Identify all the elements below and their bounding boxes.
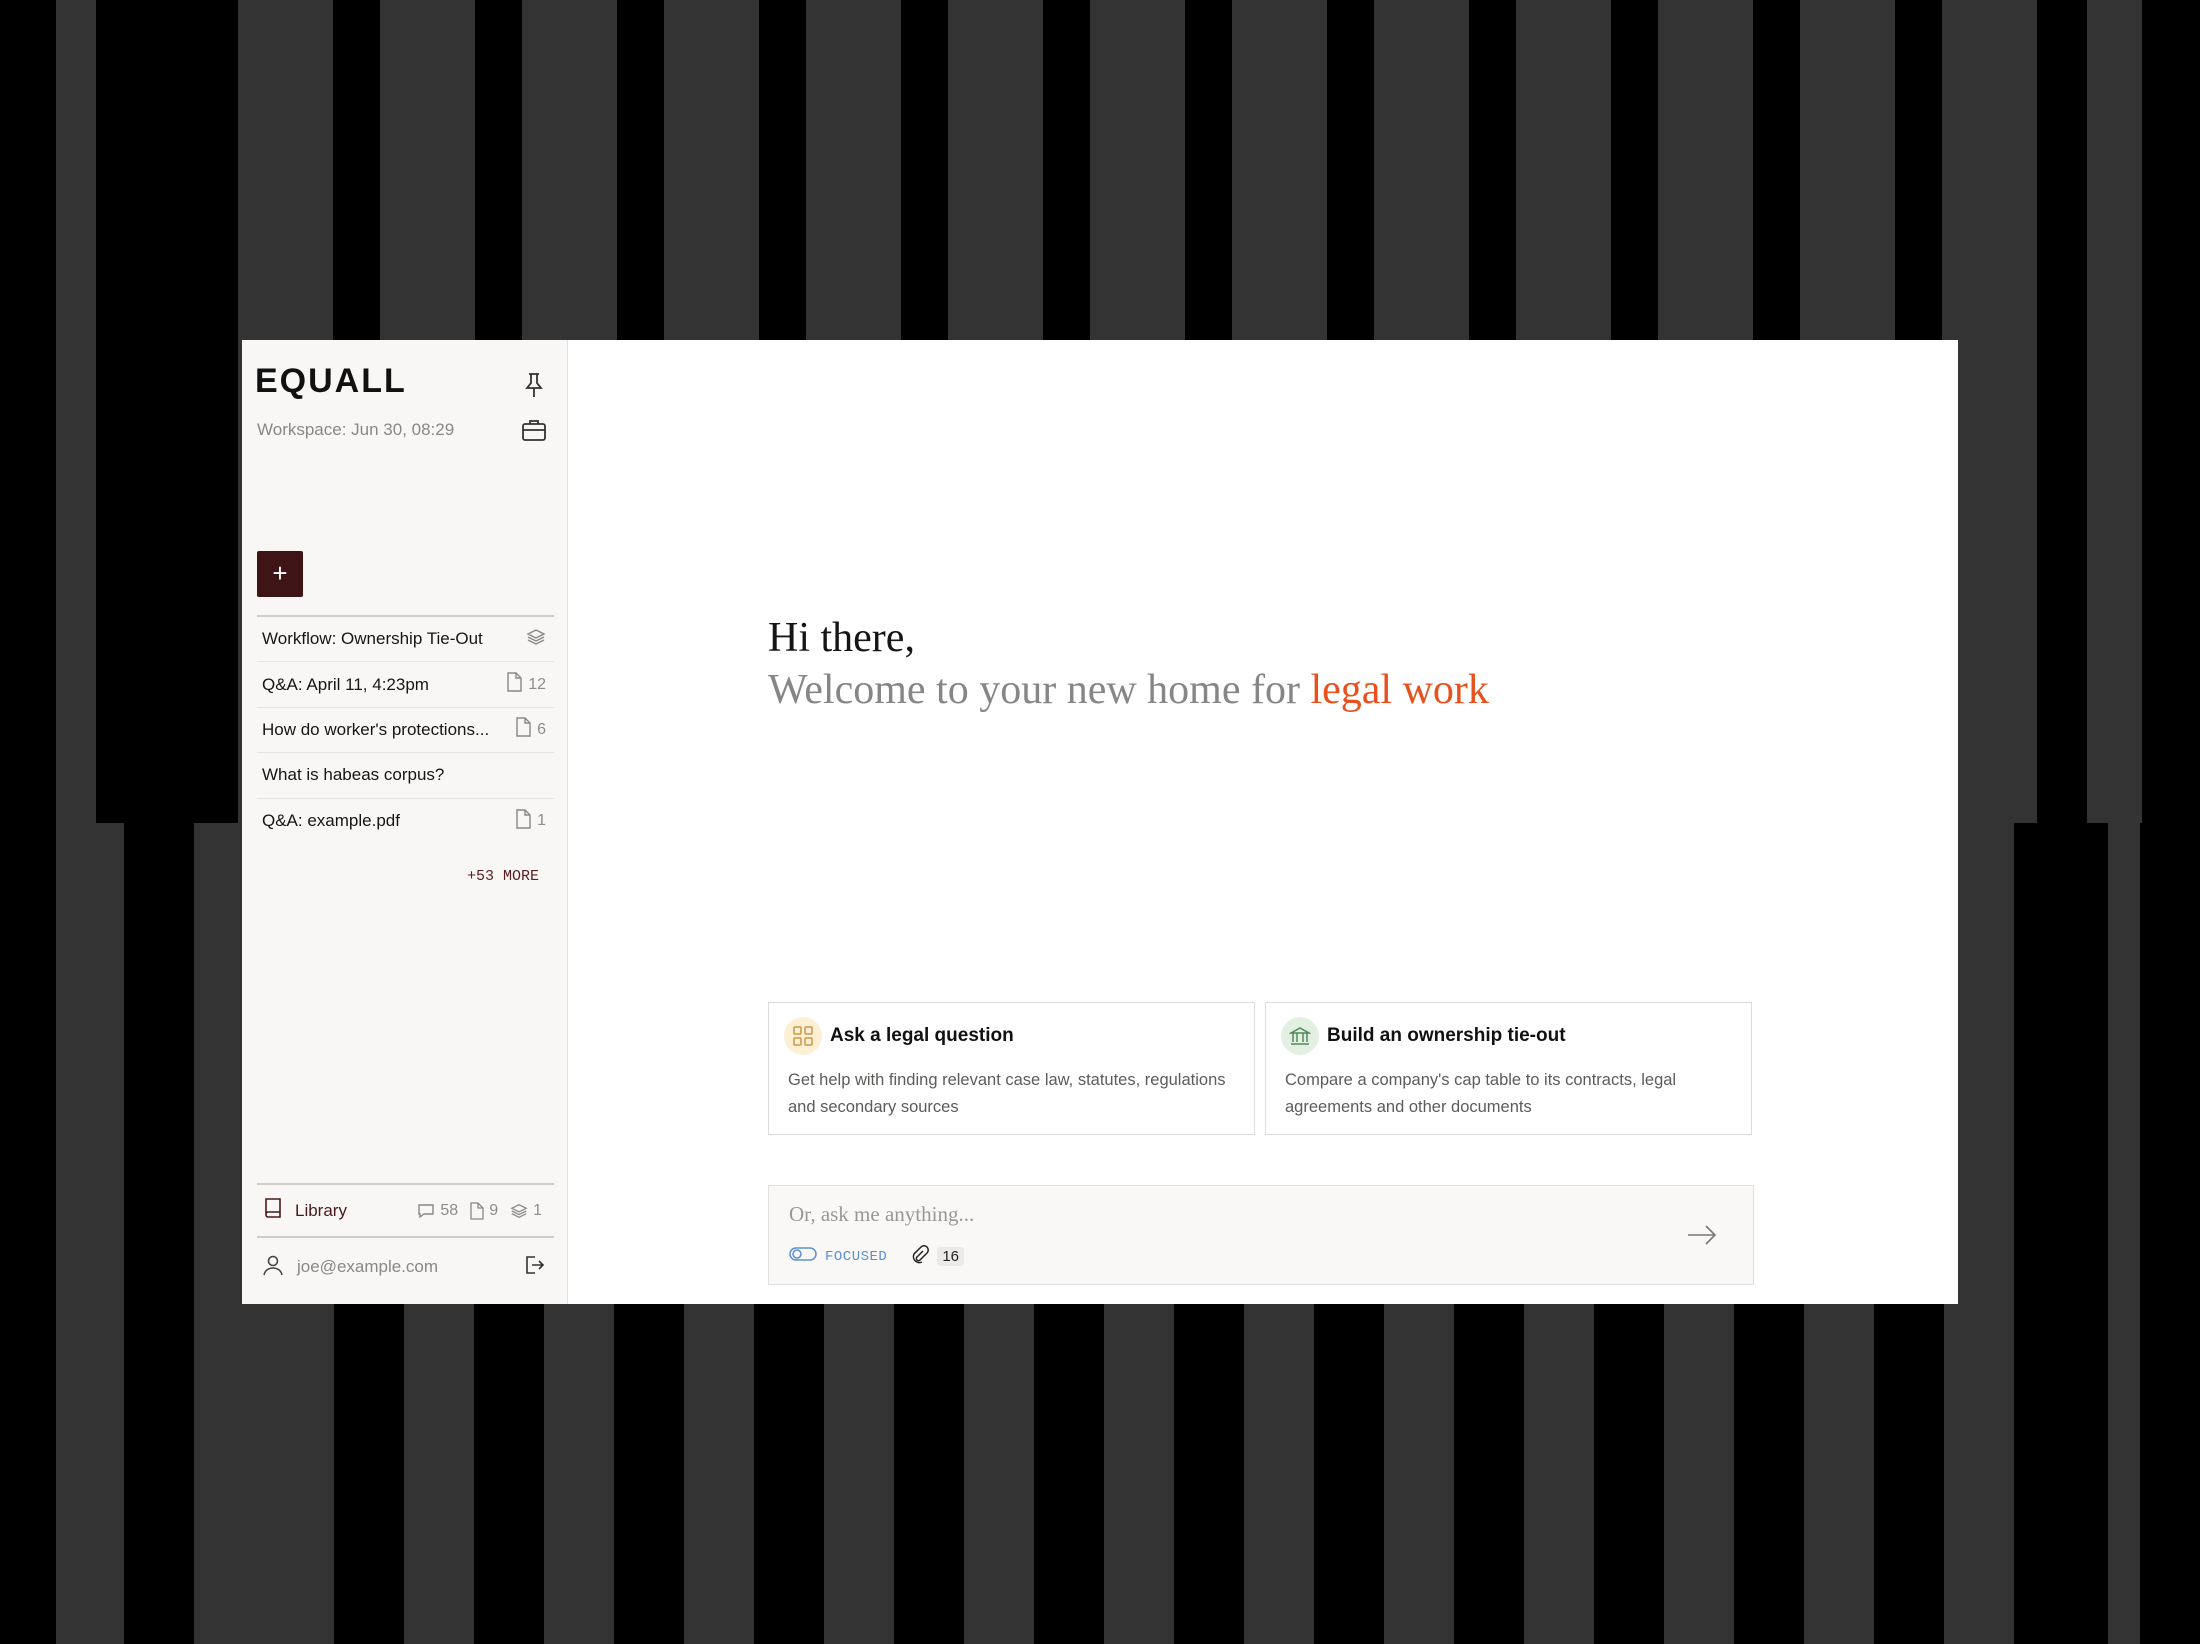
workflow-count-value: 1 — [533, 1201, 542, 1219]
history-item[interactable]: Workflow: Ownership Tie-Out — [257, 617, 554, 663]
chat-count-value: 58 — [440, 1201, 459, 1219]
library-row[interactable]: Library 58 9 1 — [257, 1183, 554, 1238]
paperclip-icon[interactable] — [909, 1244, 930, 1269]
logout-icon[interactable] — [522, 1253, 546, 1282]
file-count-value: 9 — [489, 1201, 499, 1219]
workflow-count: 1 — [510, 1202, 542, 1220]
card-title: Ask a legal question — [830, 1025, 1014, 1046]
greeting-accent: legal work — [1310, 667, 1489, 713]
history-item-label: How do worker's protections... — [262, 719, 490, 739]
history-item-label: Q&A: April 11, 4:23pm — [262, 674, 429, 694]
file-count: 9 — [470, 1202, 498, 1220]
ask-legal-question-card[interactable]: Ask a legal question Get help with findi… — [768, 1002, 1255, 1135]
ask-input-box[interactable]: Or, ask me anything... FOCUSED 16 — [768, 1185, 1754, 1285]
card-description: Get help with finding relevant case law,… — [788, 1071, 1226, 1116]
history-list: Workflow: Ownership Tie-Out Q&A: April 1… — [257, 615, 554, 844]
history-item-label: Workflow: Ownership Tie-Out — [262, 629, 483, 649]
briefcase-icon[interactable] — [520, 416, 548, 444]
sidebar: EQUALL Workspace: Jun 30, 08:29 + Workfl… — [242, 340, 568, 1304]
history-item-label: Q&A: example.pdf — [262, 811, 400, 831]
grid-icon — [784, 1017, 822, 1055]
chat-count: 58 — [417, 1202, 458, 1220]
file-icon — [515, 717, 531, 742]
greeting-title: Hi there, — [768, 615, 915, 661]
file-count: 6 — [537, 720, 546, 738]
main-panel: Hi there, Welcome to your new home for l… — [568, 340, 1958, 1304]
file-count: 1 — [537, 812, 546, 830]
layers-icon — [526, 627, 546, 652]
user-row: joe@example.com — [257, 1238, 554, 1296]
more-link[interactable]: +53 MORE — [467, 868, 539, 885]
book-icon — [263, 1197, 283, 1224]
focused-mode-label[interactable]: FOCUSED — [825, 1249, 887, 1265]
history-item[interactable]: Q&A: example.pdf 1 — [257, 799, 554, 844]
card-title: Build an ownership tie-out — [1327, 1025, 1566, 1046]
send-arrow-icon[interactable] — [1685, 1220, 1719, 1250]
history-item-label: What is habeas corpus? — [262, 765, 445, 785]
history-item[interactable]: How do worker's protections... 6 — [257, 708, 554, 754]
card-description: Compare a company's cap table to its con… — [1285, 1071, 1677, 1116]
greeting: Hi there, Welcome to your new home for l… — [768, 612, 1489, 716]
history-item[interactable]: What is habeas corpus? — [257, 753, 554, 799]
greeting-subtitle-prefix: Welcome to your new home for — [768, 667, 1311, 713]
library-label: Library — [295, 1200, 347, 1220]
greeting-subtitle: Welcome to your new home for legal work — [768, 664, 1489, 716]
file-count: 12 — [528, 675, 546, 693]
user-icon — [261, 1253, 285, 1282]
workspace-label: Workspace: Jun 30, 08:29 — [257, 420, 455, 439]
toggle-icon[interactable] — [789, 1246, 817, 1267]
new-chat-button[interactable]: + — [257, 551, 303, 597]
pin-icon[interactable] — [520, 370, 548, 400]
history-item[interactable]: Q&A: April 11, 4:23pm 12 — [257, 662, 554, 708]
file-icon — [515, 809, 531, 834]
bank-icon — [1281, 1017, 1319, 1055]
app-window: EQUALL Workspace: Jun 30, 08:29 + Workfl… — [242, 340, 1958, 1304]
ownership-tie-out-card[interactable]: Build an ownership tie-out Compare a com… — [1265, 1002, 1752, 1135]
user-email: joe@example.com — [297, 1257, 439, 1276]
attachment-count: 16 — [937, 1247, 964, 1266]
file-icon — [506, 672, 522, 697]
brand-logo: EQUALL — [255, 362, 407, 400]
ask-input[interactable]: Or, ask me anything... — [789, 1202, 1733, 1227]
